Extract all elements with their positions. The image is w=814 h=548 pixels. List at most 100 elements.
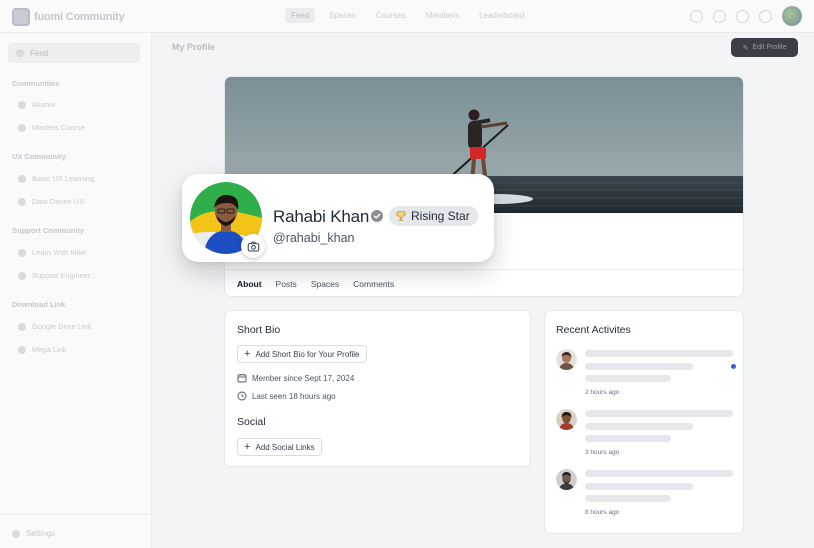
activity-time: 3 hours ago [585, 449, 620, 456]
settings-button[interactable]: Settings [12, 529, 55, 538]
activity-avatar [556, 469, 577, 490]
activity-time: 8 hours ago [585, 509, 620, 516]
sidebar-item-label: Mega Link [32, 345, 67, 354]
sidebar-item-data-driven-ux[interactable]: Data Driven UX [18, 197, 84, 206]
space-icon [18, 197, 26, 206]
short-bio-title: Short Bio [237, 324, 281, 336]
edit-profile-label: Edit Profile [752, 44, 787, 51]
sidebar-footer: Settings [0, 514, 152, 548]
sidebar-item-label: Learn With Mike [32, 248, 87, 257]
sidebar: Feed Communities Alumni Masters Course U… [0, 33, 152, 548]
link-icon [18, 322, 26, 331]
last-seen-text: Last seen 18 hours ago [252, 391, 336, 401]
sidebar-item-label: Support Engineer... [32, 271, 97, 280]
nav-members[interactable]: Members [420, 8, 465, 23]
plus-icon: + [244, 347, 251, 360]
rank-badge[interactable]: Rising Star [389, 206, 478, 226]
tab-about[interactable]: About [237, 270, 262, 296]
edit-profile-button[interactable]: ✎ Edit Profile [731, 38, 798, 57]
activity-skeleton-line [585, 470, 733, 477]
sidebar-item-mega[interactable]: Mega Link [18, 345, 67, 354]
notification-icon[interactable] [759, 9, 772, 23]
last-seen: Last seen 18 hours ago [237, 391, 336, 401]
activity-item[interactable]: 2 hours ago [556, 349, 736, 401]
space-icon [18, 174, 26, 183]
activity-item[interactable]: 8 hours ago [556, 469, 736, 521]
rank-badge-label: Rising Star [411, 209, 470, 223]
trophy-icon [395, 211, 407, 221]
space-icon [18, 100, 26, 109]
sidebar-group-title[interactable]: Communities [12, 79, 60, 88]
nav-leaderboard[interactable]: Leaderboard [473, 8, 530, 23]
sidebar-item-basic-ux[interactable]: Basic UX Learning [18, 174, 94, 183]
change-avatar-button[interactable] [241, 234, 265, 258]
add-short-bio-button[interactable]: + Add Short Bio for Your Profile [237, 345, 367, 363]
sidebar-item-feed[interactable]: Feed [8, 43, 140, 63]
activity-skeleton-line [585, 375, 671, 382]
calendar-icon [237, 373, 247, 383]
gear-icon [12, 529, 20, 538]
edit-icon: ✎ [742, 44, 749, 52]
activity-item[interactable]: 3 hours ago [556, 409, 736, 461]
sidebar-item-label: Data Driven UX [32, 197, 85, 206]
sidebar-item-label: Feed [30, 48, 49, 58]
sidebar-item-learn-with-mike[interactable]: Learn With Mike [18, 248, 86, 257]
sidebar-item-support-engineer[interactable]: Support Engineer... [18, 271, 96, 280]
activity-skeleton-line [585, 483, 693, 490]
nav-spaces[interactable]: Spaces [323, 8, 362, 23]
clock-icon [237, 391, 247, 401]
nav-feed[interactable]: Feed [285, 8, 316, 23]
sidebar-item-label: Masters Course [32, 123, 85, 132]
activity-skeleton-line [585, 410, 733, 417]
activity-avatar [556, 349, 577, 370]
sidebar-item-masters-course[interactable]: Masters Course [18, 123, 85, 132]
verified-check-icon [371, 210, 383, 222]
logo-mark-icon [12, 8, 30, 26]
member-since-text: Member since Sept 17, 2024 [252, 373, 355, 383]
recent-activities-card: Recent Activites 2 hours ago 3 hours ago… [544, 310, 744, 534]
unread-dot [731, 364, 736, 369]
brand-logo[interactable]: fuomi Community [12, 8, 125, 26]
recent-activities-title: Recent Activites [556, 324, 631, 336]
sidebar-item-label: Alumni [32, 100, 55, 109]
tab-posts[interactable]: Posts [276, 270, 297, 296]
activity-avatar [556, 409, 577, 430]
settings-label: Settings [26, 529, 55, 538]
top-nav: Feed Spaces Courses Members Leaderboard [285, 8, 530, 23]
tab-comments[interactable]: Comments [353, 270, 394, 296]
add-social-links-button[interactable]: + Add Social Links [237, 438, 322, 456]
profile-tabs: About Posts Spaces Comments [225, 269, 743, 296]
profile-name: Rahabi Khan [273, 207, 370, 226]
user-avatar[interactable] [782, 6, 802, 26]
sidebar-item-label: Google Drive Link [32, 322, 92, 331]
tab-spaces[interactable]: Spaces [311, 270, 339, 296]
activity-skeleton-line [585, 495, 671, 502]
nav-courses[interactable]: Courses [370, 8, 412, 23]
chat-icon[interactable] [736, 9, 749, 23]
link-icon [18, 345, 26, 354]
brand-name: fuomi Community [34, 11, 125, 23]
top-bar: fuomi Community Feed Spaces Courses Memb… [0, 0, 814, 33]
sidebar-group-title[interactable]: Support Community [12, 226, 84, 235]
top-actions [690, 6, 802, 26]
sidebar-item-google-drive[interactable]: Google Drive Link [18, 322, 92, 331]
home-icon [16, 49, 24, 57]
add-social-links-label: Add Social Links [255, 442, 315, 452]
sidebar-group-title[interactable]: UX Community [12, 152, 66, 161]
profile-handle: @rahabi_khan [273, 231, 355, 245]
space-icon [18, 271, 26, 280]
search-icon[interactable] [713, 9, 726, 23]
social-title: Social [237, 416, 266, 428]
activity-skeleton-line [585, 435, 671, 442]
plus-icon: + [244, 440, 251, 453]
theme-toggle-icon[interactable] [690, 9, 703, 23]
add-short-bio-label: Add Short Bio for Your Profile [255, 349, 360, 359]
space-icon [18, 248, 26, 257]
page-title: My Profile [172, 42, 216, 52]
about-card: Short Bio + Add Short Bio for Your Profi… [224, 310, 531, 467]
sidebar-item-alumni[interactable]: Alumni [18, 100, 55, 109]
activity-skeleton-line [585, 363, 693, 370]
activity-time: 2 hours ago [585, 389, 620, 396]
member-since: Member since Sept 17, 2024 [237, 373, 354, 383]
sidebar-group-title[interactable]: Download Link [12, 300, 65, 309]
